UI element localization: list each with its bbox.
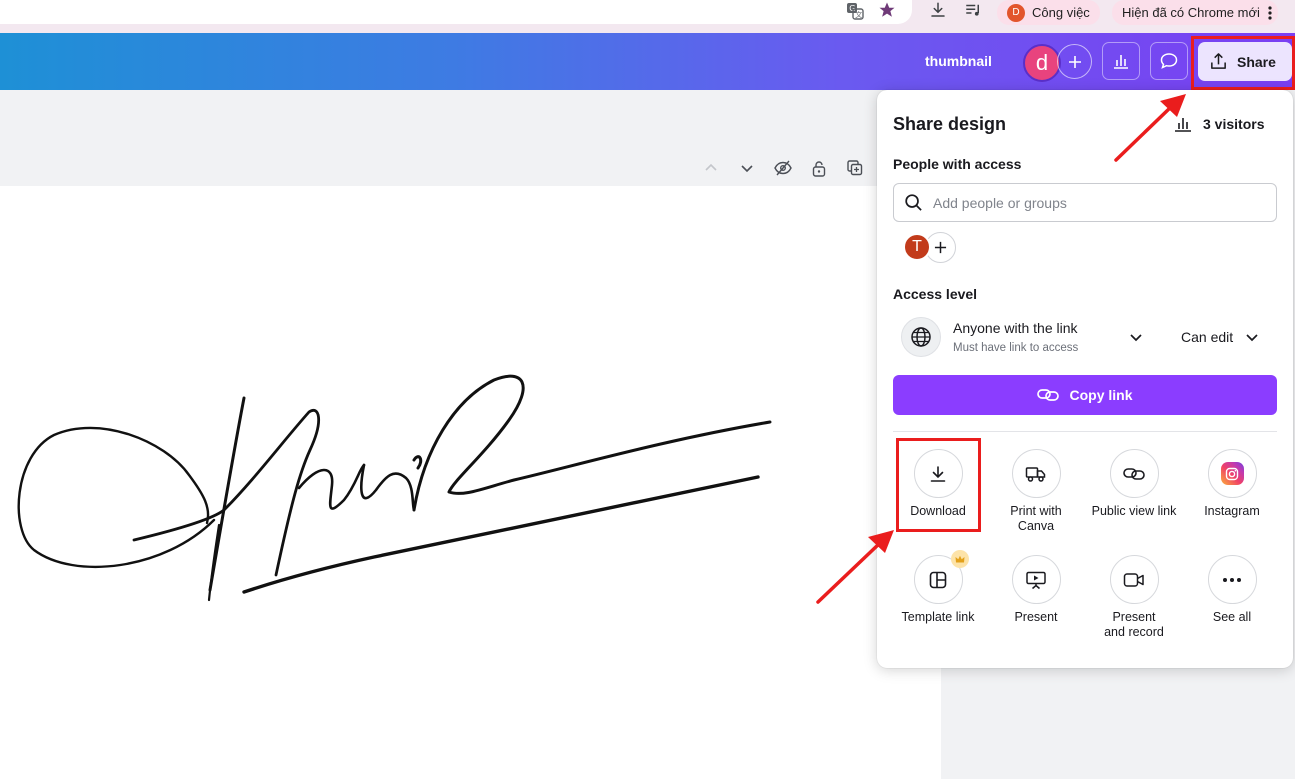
comment-icon (1160, 53, 1178, 69)
plus-icon (934, 241, 947, 254)
print-with-canva-option[interactable]: Print with Canva (988, 449, 1084, 534)
downloads-icon[interactable] (927, 0, 949, 21)
chrome-update-label: Hiện đã có Chrome mới (1122, 5, 1260, 20)
document-title[interactable]: thumbnail (925, 53, 992, 69)
user-avatar[interactable]: d (1023, 44, 1061, 82)
share-design-panel: Share design 3 visitors People with acce… (877, 90, 1293, 668)
permission-select[interactable]: Can edit (1181, 329, 1259, 345)
profile-label: Công việc (1032, 5, 1090, 20)
template-link-label: Template link (901, 610, 975, 624)
lock-icon[interactable] (808, 157, 830, 179)
template-link-option[interactable]: Template link (890, 550, 986, 625)
profile-chip[interactable]: D Công việc (997, 0, 1100, 25)
plus-icon (1068, 55, 1081, 68)
see-all-option[interactable]: See all (1184, 555, 1280, 625)
crown-icon (950, 550, 969, 568)
browser-toolbar: G文 D Công việc Hiện đã có Chrome mới (0, 0, 1295, 33)
present-icon (1011, 555, 1061, 604)
video-icon (1109, 555, 1159, 604)
present-option[interactable]: Present (988, 555, 1084, 625)
access-option-label[interactable]: Anyone with the link (953, 320, 1078, 336)
signature-image[interactable] (14, 360, 774, 610)
insights-button[interactable] (1102, 42, 1140, 80)
page-toolbar (0, 90, 941, 186)
public-view-link-option[interactable]: Public view link (1086, 449, 1182, 519)
present-label: Present (1014, 610, 1058, 624)
instagram-option[interactable]: Instagram (1184, 449, 1280, 519)
permission-label: Can edit (1181, 329, 1234, 345)
template-icon (913, 550, 969, 604)
bar-chart-icon (1114, 55, 1128, 69)
svg-text:文: 文 (855, 10, 862, 19)
instagram-label: Instagram (1204, 504, 1260, 518)
comments-button[interactable] (1150, 42, 1188, 80)
profile-avatar: D (1007, 3, 1025, 22)
bar-chart-icon (1175, 118, 1191, 132)
editor-header: thumbnail d Share (0, 33, 1295, 90)
access-level-heading: Access level (893, 286, 978, 302)
panel-title: Share design (893, 114, 1007, 134)
divider (893, 431, 1277, 432)
visitors-label: 3 visitors (1203, 116, 1265, 132)
media-control-icon[interactable] (962, 0, 984, 21)
duplicate-page-icon[interactable] (844, 157, 866, 179)
copy-link-label: Copy link (1069, 387, 1133, 403)
instagram-icon (1207, 449, 1257, 498)
present-record-label: Present and record (1104, 610, 1164, 639)
add-collaborator-button[interactable] (1057, 44, 1092, 79)
public-view-link-label: Public view link (1091, 504, 1177, 518)
link-icon (1109, 449, 1159, 498)
access-option-description: Must have link to access (953, 342, 1079, 354)
chevron-down-icon[interactable] (736, 157, 758, 179)
access-dropdown-chevron-icon[interactable] (1127, 328, 1145, 346)
share-highlight-box (1191, 36, 1295, 90)
download-highlight-box (896, 438, 981, 532)
kebab-menu-icon (1268, 5, 1272, 20)
chrome-update-button[interactable]: Hiện đã có Chrome mới (1112, 0, 1278, 25)
bookmark-star-icon[interactable] (876, 0, 898, 21)
chevron-down-icon (1246, 334, 1258, 342)
chevron-up-icon[interactable] (700, 157, 722, 179)
see-all-label: See all (1212, 610, 1252, 624)
print-label: Print with Canva (1010, 504, 1062, 533)
address-bar[interactable] (0, 0, 912, 24)
truck-icon (1011, 449, 1061, 498)
people-search-input[interactable] (933, 194, 1253, 211)
copy-link-button[interactable]: Copy link (893, 375, 1277, 415)
hide-eye-icon[interactable] (772, 157, 794, 179)
member-avatar[interactable]: T (903, 233, 931, 261)
more-icon (1207, 555, 1257, 604)
present-and-record-option[interactable]: Present and record (1086, 555, 1182, 640)
translate-icon[interactable]: G文 (844, 0, 866, 22)
people-search-field[interactable] (893, 183, 1277, 222)
link-icon (1037, 389, 1060, 401)
search-icon (905, 194, 922, 211)
people-with-access-heading: People with access (893, 156, 1022, 172)
visitors-link[interactable]: 3 visitors (1173, 115, 1264, 133)
globe-icon (901, 317, 941, 357)
